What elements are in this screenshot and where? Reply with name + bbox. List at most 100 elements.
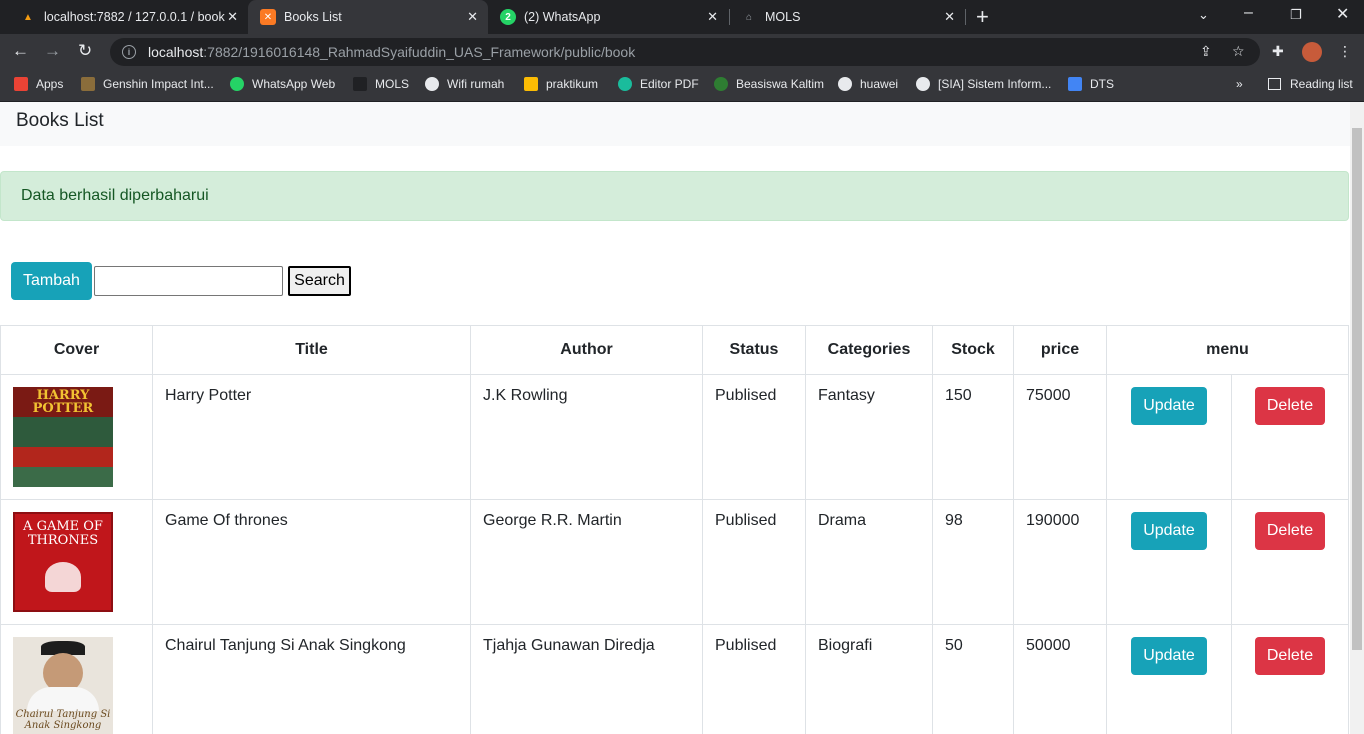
bookmark-dts[interactable]: DTS	[1068, 77, 1114, 91]
book-cover-image: A GAME OF THRONES	[13, 512, 113, 612]
delete-button[interactable]: Delete	[1254, 387, 1326, 425]
column-header-cover: Cover	[0, 325, 153, 375]
reading-list-label: Reading list	[1290, 77, 1353, 91]
classroom-icon	[524, 77, 538, 91]
price-cell: 75000	[1013, 374, 1107, 500]
bookmark-editor-pdf[interactable]: Editor PDF	[618, 77, 699, 91]
tab-separator	[965, 9, 966, 25]
xampp-icon: ✕	[260, 9, 276, 25]
table-row: Chairul Tanjung Si Anak Singkong Chairul…	[0, 624, 1349, 734]
bookmark-genshin[interactable]: Genshin Impact Int...	[81, 77, 214, 91]
author-cell: George R.R. Martin	[470, 499, 703, 625]
menu-kebab-icon[interactable]: ⋮	[1338, 43, 1352, 60]
page-content: Books List Data berhasil diperbaharui Ta…	[0, 102, 1350, 734]
navbar-brand[interactable]: Books List	[16, 110, 104, 132]
reload-icon[interactable]: ↻	[78, 41, 92, 61]
tab-mols[interactable]: ⌂ MOLS ✕	[729, 0, 965, 34]
window-close-icon[interactable]: ✕	[1336, 4, 1349, 24]
stock-cell: 50	[932, 624, 1014, 734]
bookmark-apps[interactable]: Apps	[14, 77, 63, 91]
whatsapp-icon: 2	[500, 9, 516, 25]
globe-icon	[425, 77, 439, 91]
tab-whatsapp[interactable]: 2 (2) WhatsApp ✕	[488, 0, 728, 34]
stock-cell: 98	[932, 499, 1014, 625]
cover-title-text: Chairul Tanjung Si Anak Singkong	[15, 709, 111, 731]
update-cell: Update	[1106, 624, 1232, 734]
delete-button[interactable]: Delete	[1254, 637, 1326, 675]
tambah-button[interactable]: Tambah	[11, 262, 92, 300]
update-button[interactable]: Update	[1131, 512, 1207, 550]
scrollbar-thumb[interactable]	[1352, 128, 1362, 650]
price-cell: 50000	[1013, 624, 1107, 734]
close-icon[interactable]: ✕	[467, 9, 478, 25]
reading-list-icon	[1268, 78, 1281, 90]
category-cell: Fantasy	[805, 374, 933, 500]
tab-phpmyadmin[interactable]: ▲ localhost:7882 / 127.0.0.1 / book ✕	[8, 0, 248, 34]
bookmark-huawei[interactable]: huawei	[838, 77, 898, 91]
bookmark-sia[interactable]: [SIA] Sistem Inform...	[916, 77, 1051, 91]
bookmark-wifi-rumah[interactable]: Wifi rumah	[425, 77, 504, 91]
category-cell: Biografi	[805, 624, 933, 734]
title-cell: Harry Potter	[152, 374, 471, 500]
pdf-editor-icon	[618, 77, 632, 91]
status-cell: Publised	[702, 624, 806, 734]
bookmarks-overflow-icon[interactable]: »	[1236, 77, 1243, 91]
column-header-title: Title	[152, 325, 471, 375]
cover-cell: Chairul Tanjung Si Anak Singkong	[0, 624, 153, 734]
bookmark-label: Apps	[36, 77, 64, 91]
price-cell: 190000	[1013, 499, 1107, 625]
category-cell: Drama	[805, 499, 933, 625]
back-icon[interactable]: ←	[12, 41, 29, 61]
globe-icon	[916, 77, 930, 91]
address-bar[interactable]: i localhost:7882/1916016148_RahmadSyaifu…	[110, 38, 1260, 66]
new-tab-icon[interactable]: +	[976, 4, 989, 30]
tab-books-list[interactable]: ✕ Books List ✕	[248, 0, 488, 34]
restore-icon[interactable]: ❐	[1290, 7, 1302, 23]
globe-icon	[838, 77, 852, 91]
update-button[interactable]: Update	[1131, 637, 1207, 675]
close-icon[interactable]: ✕	[707, 9, 718, 25]
minimize-icon[interactable]: –	[1244, 4, 1253, 22]
delete-cell: Delete	[1231, 624, 1349, 734]
close-icon[interactable]: ✕	[227, 9, 238, 25]
bookmark-mols[interactable]: MOLS	[353, 77, 409, 91]
delete-button[interactable]: Delete	[1254, 512, 1326, 550]
tab-search-chevron-icon[interactable]: ⌄	[1198, 7, 1209, 23]
author-cell: Tjahja Gunawan Diredja	[470, 624, 703, 734]
search-button[interactable]: Search	[288, 266, 351, 296]
column-header-menu: menu	[1106, 325, 1349, 375]
close-icon[interactable]: ✕	[944, 9, 955, 25]
bookmark-label: Wifi rumah	[447, 77, 505, 91]
bookmark-label: Editor PDF	[640, 77, 699, 91]
column-header-author: Author	[470, 325, 703, 375]
forward-icon[interactable]: →	[44, 41, 61, 61]
bookmark-beasiswa-kaltim[interactable]: Beasiswa Kaltim	[714, 77, 824, 91]
extensions-icon[interactable]: ✚	[1272, 43, 1284, 60]
reading-list-button[interactable]: Reading list	[1268, 77, 1353, 91]
book-cover-image: Chairul Tanjung Si Anak Singkong	[13, 637, 113, 734]
success-alert: Data berhasil diperbaharui	[0, 171, 1349, 221]
bookmark-label: DTS	[1090, 77, 1114, 91]
column-header-stock: Stock	[932, 325, 1014, 375]
site-info-icon[interactable]: i	[122, 45, 136, 59]
bookmark-praktikum[interactable]: praktikum	[524, 77, 598, 91]
bookmark-label: praktikum	[546, 77, 599, 91]
books-table: Cover Title Author Status Categories Sto…	[0, 325, 1349, 734]
search-input[interactable]	[94, 266, 283, 296]
bookmark-label: MOLS	[375, 77, 410, 91]
update-button[interactable]: Update	[1131, 387, 1207, 425]
page-scrollbar[interactable]	[1350, 102, 1364, 734]
tab-title: Books List	[284, 10, 342, 24]
address-host: localhost	[148, 44, 204, 60]
column-header-categories: Categories	[805, 325, 933, 375]
avatar[interactable]	[1302, 42, 1322, 62]
tab-title: localhost:7882 / 127.0.0.1 / book	[44, 10, 225, 24]
share-icon[interactable]: ⇪	[1200, 43, 1212, 60]
bookmark-label: huawei	[860, 77, 899, 91]
bookmark-whatsapp-web[interactable]: WhatsApp Web	[230, 77, 335, 91]
status-cell: Publised	[702, 499, 806, 625]
address-path: :7882/1916016148_RahmadSyaifuddin_UAS_Fr…	[203, 44, 636, 60]
bookmark-star-icon[interactable]: ☆	[1232, 43, 1245, 60]
home-icon	[353, 77, 367, 91]
column-header-price: price	[1013, 325, 1107, 375]
